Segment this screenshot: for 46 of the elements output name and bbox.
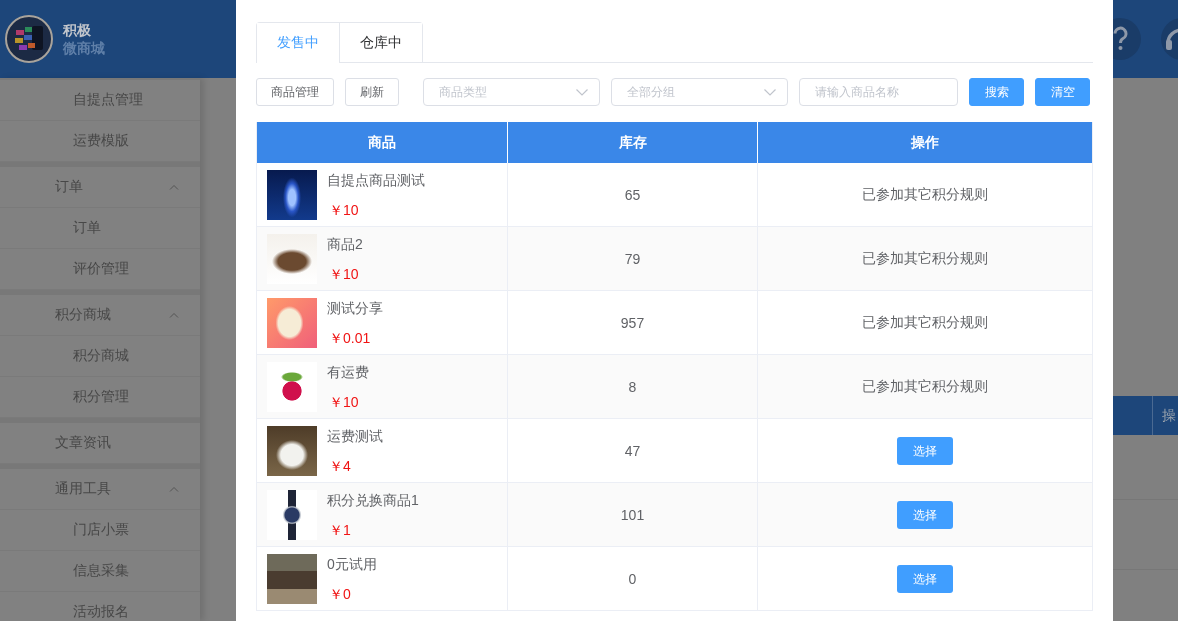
search-field[interactable]: 请输入商品名称 — [799, 78, 958, 106]
product-photo — [267, 362, 317, 412]
product-price: ￥4 — [329, 457, 351, 476]
brand-subtitle: 微商城 — [63, 39, 105, 57]
sidebar-item[interactable]: 活动报名 — [0, 592, 200, 621]
chevron-down-icon — [576, 88, 588, 96]
product-photo — [267, 490, 317, 540]
product-price: ￥10 — [329, 393, 359, 412]
brand-name: 积极 — [63, 21, 92, 39]
product-photo — [267, 170, 317, 220]
dropdown-field[interactable]: 商品类型 — [423, 78, 600, 106]
product-name: 0元试用 — [327, 555, 377, 574]
headset-icon[interactable] — [1161, 18, 1178, 60]
sidebar-item[interactable]: 文章资讯 — [0, 423, 200, 464]
toolbar-button[interactable]: 刷新 — [345, 78, 399, 106]
product-price: ￥1 — [329, 521, 351, 540]
product-name: 积分兑换商品1 — [327, 491, 419, 510]
help-icon[interactable] — [1113, 18, 1141, 60]
select-button[interactable]: 选择 — [897, 565, 953, 593]
product-name: 运费测试 — [327, 427, 383, 446]
table-cell: 0 — [507, 547, 757, 611]
sidebar-item[interactable]: 信息采集 — [0, 551, 200, 592]
product-name: 测试分享 — [327, 299, 383, 318]
logo-icon — [5, 15, 53, 63]
product-photo — [267, 234, 317, 284]
select-button[interactable]: 选择 — [897, 437, 953, 465]
select-button[interactable]: 选择 — [897, 501, 953, 529]
column-header: 商品 — [367, 132, 397, 152]
product-photo — [267, 298, 317, 348]
product-name: 商品2 — [327, 235, 363, 254]
tab[interactable]: 仓库中 — [339, 23, 422, 63]
product-price: ￥10 — [329, 265, 359, 284]
product-price: ￥0.01 — [329, 329, 371, 348]
toolbar-button[interactable]: 商品管理 — [256, 78, 334, 106]
dropdown-field[interactable]: 全部分组 — [611, 78, 788, 106]
chevron-down-icon — [764, 88, 776, 96]
product-name: 自提点商品测试 — [327, 171, 425, 190]
product-photo — [267, 426, 317, 476]
toolbar-button[interactable]: 清空 — [1035, 78, 1090, 106]
toolbar-button[interactable]: 搜索 — [969, 78, 1024, 106]
product-photo — [267, 554, 317, 604]
product-name: 有运费 — [327, 363, 369, 382]
column-header: 操 — [1152, 396, 1178, 435]
product-price: ￥0 — [329, 585, 351, 604]
product-price: ￥10 — [329, 201, 359, 220]
tab[interactable]: 发售中 — [257, 23, 339, 63]
